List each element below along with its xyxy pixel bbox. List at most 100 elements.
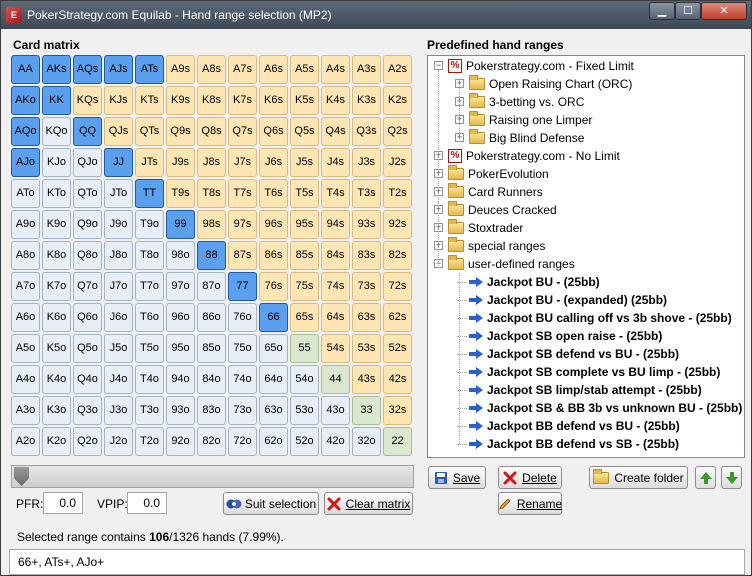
- hand-cell[interactable]: 74o: [228, 365, 257, 394]
- hand-cell[interactable]: T7o: [135, 272, 164, 301]
- hand-cell[interactable]: T9s: [166, 179, 195, 208]
- hand-cell[interactable]: K4o: [42, 365, 71, 394]
- create-folder-button[interactable]: Create folder: [589, 466, 688, 489]
- hand-cell[interactable]: AQo: [11, 117, 40, 146]
- hand-cell[interactable]: AKo: [11, 86, 40, 115]
- hand-cell[interactable]: 73o: [228, 396, 257, 425]
- hand-cell[interactable]: 88: [197, 241, 226, 270]
- slider-thumb[interactable]: [14, 467, 29, 486]
- hand-cell[interactable]: AJs: [104, 55, 133, 84]
- hand-cell[interactable]: Q8o: [73, 241, 102, 270]
- hand-cell[interactable]: QQ: [73, 117, 102, 146]
- hand-cell[interactable]: 64o: [259, 365, 288, 394]
- tree-item[interactable]: Deuces Cracked: [448, 201, 557, 219]
- hand-cell[interactable]: K5s: [290, 86, 319, 115]
- hand-cell[interactable]: 66: [259, 303, 288, 332]
- hand-cell[interactable]: QTo: [73, 179, 102, 208]
- hand-cell[interactable]: 99: [166, 210, 195, 239]
- hand-cell[interactable]: K8o: [42, 241, 71, 270]
- hand-cell[interactable]: 22: [383, 427, 412, 456]
- hand-cell[interactable]: 32o: [352, 427, 381, 456]
- close-button[interactable]: ✕: [701, 2, 747, 20]
- hand-cell[interactable]: KQs: [73, 86, 102, 115]
- hand-cell[interactable]: Q5s: [290, 117, 319, 146]
- hand-cell[interactable]: 52s: [383, 334, 412, 363]
- hand-cell[interactable]: Q6o: [73, 303, 102, 332]
- tree-item[interactable]: Jackpot SB limp/stab attempt - (25bb): [469, 381, 702, 399]
- hand-cell[interactable]: 82o: [197, 427, 226, 456]
- hand-cell[interactable]: ATs: [135, 55, 164, 84]
- hand-cell[interactable]: T6s: [259, 179, 288, 208]
- hand-cell[interactable]: 97s: [228, 210, 257, 239]
- hand-cell[interactable]: T9o: [135, 210, 164, 239]
- hand-cell[interactable]: J3s: [352, 148, 381, 177]
- hand-cell[interactable]: 82s: [383, 241, 412, 270]
- tree-item[interactable]: % Pokerstrategy.com - Fixed Limit: [448, 57, 634, 75]
- tree-item[interactable]: Jackpot SB open raise - (25bb): [469, 327, 662, 345]
- hand-cell[interactable]: AA: [11, 55, 40, 84]
- hand-cell[interactable]: 93o: [166, 396, 195, 425]
- tree-item[interactable]: Big Blind Defense: [469, 129, 584, 147]
- hand-cell[interactable]: K2s: [383, 86, 412, 115]
- tree-item[interactable]: PokerEvolution: [448, 165, 549, 183]
- hand-cell[interactable]: A2o: [11, 427, 40, 456]
- range-text-input[interactable]: 66+, ATs+, AJo+: [9, 549, 745, 575]
- hand-cell[interactable]: 62o: [259, 427, 288, 456]
- hand-cell[interactable]: 42o: [321, 427, 350, 456]
- hand-cell[interactable]: 98s: [197, 210, 226, 239]
- hand-cell[interactable]: J8o: [104, 241, 133, 270]
- hand-cell[interactable]: 77: [228, 272, 257, 301]
- hand-cell[interactable]: T3o: [135, 396, 164, 425]
- hand-cell[interactable]: 96o: [166, 303, 195, 332]
- hand-cell[interactable]: 93s: [352, 210, 381, 239]
- hand-cell[interactable]: 75s: [290, 272, 319, 301]
- hand-cell[interactable]: A6o: [11, 303, 40, 332]
- hand-cell[interactable]: T4o: [135, 365, 164, 394]
- hand-cell[interactable]: 64s: [321, 303, 350, 332]
- tree-item[interactable]: special ranges: [448, 237, 545, 255]
- hand-cell[interactable]: J8s: [197, 148, 226, 177]
- hand-cell[interactable]: J3o: [104, 396, 133, 425]
- tree-item[interactable]: Jackpot BU - (expanded) (25bb): [469, 291, 667, 309]
- hand-cell[interactable]: QTs: [135, 117, 164, 146]
- hand-cell[interactable]: Q8s: [197, 117, 226, 146]
- hand-cell[interactable]: 98o: [166, 241, 195, 270]
- hand-cell[interactable]: ATo: [11, 179, 40, 208]
- hand-cell[interactable]: 43s: [352, 365, 381, 394]
- hand-cell[interactable]: 86s: [259, 241, 288, 270]
- hand-cell[interactable]: T8s: [197, 179, 226, 208]
- delete-button[interactable]: Delete: [498, 466, 562, 489]
- hand-cell[interactable]: 42s: [383, 365, 412, 394]
- vpip-input[interactable]: 0.0: [127, 492, 167, 514]
- hand-cell[interactable]: 84s: [321, 241, 350, 270]
- hand-cell[interactable]: 65s: [290, 303, 319, 332]
- hand-cell[interactable]: K7o: [42, 272, 71, 301]
- hand-cell[interactable]: 94s: [321, 210, 350, 239]
- hand-cell[interactable]: K8s: [197, 86, 226, 115]
- hand-cell[interactable]: A4s: [321, 55, 350, 84]
- hand-cell[interactable]: Q6s: [259, 117, 288, 146]
- hand-cell[interactable]: J5s: [290, 148, 319, 177]
- hand-cell[interactable]: A5o: [11, 334, 40, 363]
- tree-item[interactable]: Jackpot SB complete vs BU limp - (25bb): [469, 363, 720, 381]
- hand-cell[interactable]: K3o: [42, 396, 71, 425]
- hand-cell[interactable]: Q9o: [73, 210, 102, 239]
- maximize-button[interactable]: ☐: [675, 2, 701, 20]
- hand-cell[interactable]: 54s: [321, 334, 350, 363]
- tree-item[interactable]: Jackpot BU calling off vs 3b shove - (25…: [469, 309, 732, 327]
- hand-cell[interactable]: J9s: [166, 148, 195, 177]
- hand-cell[interactable]: 87o: [197, 272, 226, 301]
- hand-cell[interactable]: 76o: [228, 303, 257, 332]
- title-bar[interactable]: E PokerStrategy.com Equilab - Hand range…: [1, 1, 751, 29]
- hand-cell[interactable]: J5o: [104, 334, 133, 363]
- hand-cell[interactable]: 72o: [228, 427, 257, 456]
- hand-cell[interactable]: 85s: [290, 241, 319, 270]
- hand-cell[interactable]: T3s: [352, 179, 381, 208]
- hand-cell[interactable]: AKs: [42, 55, 71, 84]
- hand-cell[interactable]: Q7s: [228, 117, 257, 146]
- hand-cell[interactable]: QJs: [104, 117, 133, 146]
- hand-cell[interactable]: KQo: [42, 117, 71, 146]
- hand-cell[interactable]: J9o: [104, 210, 133, 239]
- hand-cell[interactable]: T7s: [228, 179, 257, 208]
- hand-cell[interactable]: A7s: [228, 55, 257, 84]
